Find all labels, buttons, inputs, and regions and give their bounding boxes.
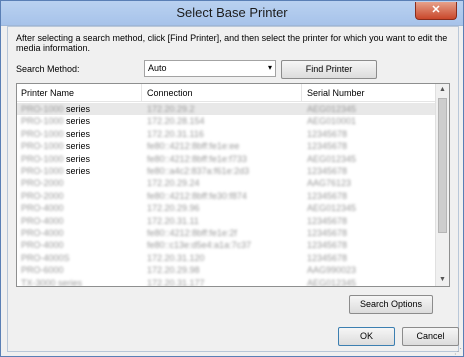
chevron-down-icon[interactable]: ▾ — [268, 63, 272, 72]
serial-number-cell: 12345678 — [307, 215, 348, 226]
table-row[interactable]: PRO-4000 172.20.31.11 12345678 — [17, 215, 435, 227]
serial-number-cell: 12345678 — [307, 252, 348, 263]
printer-name-cell: PRO-4000 — [21, 228, 64, 238]
table-row[interactable]: PRO-2000 172.20.29.24 AAG76123 — [17, 177, 435, 189]
connection-cell: 172.20.31.11 — [147, 215, 199, 226]
printer-name-cell: PRO-1000 series — [21, 128, 91, 139]
table-row[interactable]: PRO-4000 fe80::4212:8bff:fe1e:2f 12345678 — [17, 227, 435, 239]
printer-name-cell: PRO-2000 — [21, 190, 64, 201]
close-button[interactable]: ✕ — [415, 2, 457, 20]
dialog-body: After selecting a search method, click [… — [7, 26, 459, 352]
title-bar[interactable]: Select Base Printer ✕ — [1, 1, 463, 26]
column-printer-name[interactable]: Printer Name — [21, 88, 74, 98]
serial-number-cell: 12345678 — [307, 190, 348, 201]
printer-list[interactable]: Printer Name Connection Serial Number PR… — [16, 83, 450, 287]
scroll-up-icon[interactable]: ▲ — [436, 84, 449, 96]
connection-cell: 172.20.31.177 — [147, 277, 205, 287]
printer-name-cell: PRO-1000 series — [21, 104, 91, 114]
printer-name-cell: TX-3000 series — [21, 277, 83, 287]
connection-cell: fe80::4212:8bff:fe1e:f733 — [147, 153, 247, 164]
instruction-text: After selecting a search method, click [… — [16, 33, 448, 53]
serial-number-cell: AEG012345 — [307, 104, 357, 114]
table-row[interactable]: PRO-6000 172.20.29.98 AAG990023 — [17, 264, 435, 276]
table-row[interactable]: PRO-1000 series fe80::4212:8bff:fe1e:ee 12… — [17, 140, 435, 152]
table-row[interactable]: PRO-4000S 172.20.31.120 12345678 — [17, 252, 435, 264]
search-method-value: Auto — [148, 63, 167, 73]
table-row[interactable]: PRO-4000 172.20.29.96 AEG012345 — [17, 202, 435, 214]
scroll-thumb[interactable] — [438, 98, 447, 233]
vertical-scrollbar[interactable]: ▲ ▼ — [435, 84, 449, 286]
serial-number-cell: AEG010001 — [307, 116, 357, 127]
printer-name-cell: PRO-4000 — [21, 215, 64, 226]
table-row[interactable]: PRO-2000 fe80::4212:8bff:fe30:f874 1234567… — [17, 190, 435, 202]
serial-number-cell: AEG012345 — [307, 277, 357, 287]
connection-cell: fe80::c13e:d5e4:a1a:7c37 — [147, 240, 252, 251]
table-row[interactable]: PRO-1000 series fe80::4212:8bff:fe1e:f733… — [17, 153, 435, 165]
cancel-button[interactable]: Cancel — [402, 327, 459, 346]
connection-cell: fe80::4212:8bff:fe30:f874 — [147, 190, 247, 201]
serial-number-cell: 12345678 — [307, 128, 348, 139]
connection-cell: fe80::a4c2:837a:f61e:2d3 — [147, 166, 250, 176]
connection-cell: 172.20.29.24 — [147, 178, 200, 189]
printer-name-cell: PRO-1000 series — [21, 153, 91, 164]
printer-name-cell: PRO-1000 series — [21, 116, 91, 127]
column-connection[interactable]: Connection — [147, 88, 193, 98]
window-title: Select Base Printer — [176, 5, 288, 20]
serial-number-cell: 12345678 — [307, 166, 348, 176]
printer-name-cell: PRO-4000 — [21, 240, 64, 251]
printer-name-cell: PRO-1000 series — [21, 166, 91, 176]
connection-cell: fe80::4212:8bff:fe1e:2f — [147, 228, 237, 238]
serial-number-cell: AAG76123 — [307, 178, 352, 189]
printer-name-cell: PRO-4000 — [21, 203, 64, 214]
serial-number-cell: AEG012345 — [307, 153, 357, 164]
connection-cell: 172.20.29.2 — [147, 104, 195, 114]
scroll-down-icon[interactable]: ▼ — [436, 274, 449, 286]
connection-cell: 172.20.28.154 — [147, 116, 205, 127]
printer-name-cell: PRO-6000 — [21, 265, 64, 276]
printer-name-cell: PRO-2000 — [21, 178, 64, 189]
search-options-button[interactable]: Search Options — [349, 295, 433, 314]
serial-number-cell: AEG012345 — [307, 203, 357, 214]
printer-name-cell: PRO-4000S — [21, 252, 70, 263]
table-row[interactable]: PRO-4000 fe80::c13e:d5e4:a1a:7c37 12345678 — [17, 239, 435, 251]
search-method-label: Search Method: — [16, 64, 80, 74]
connection-cell: 172.20.29.96 — [147, 203, 200, 214]
connection-cell: 172.20.31.116 — [147, 128, 204, 139]
table-row[interactable]: PRO-1000 series 172.20.29.2 AEG012345 — [17, 103, 435, 115]
serial-number-cell: 12345678 — [307, 240, 348, 251]
printer-name-cell: PRO-1000 series — [21, 141, 91, 152]
connection-cell: fe80::4212:8bff:fe1e:ee — [147, 141, 240, 152]
serial-number-cell: 12345678 — [307, 228, 348, 238]
table-row[interactable]: PRO-1000 series fe80::a4c2:837a:f61e:2d3 1… — [17, 165, 435, 177]
connection-cell: 172.20.31.120 — [147, 252, 205, 263]
list-header: Printer Name Connection Serial Number — [17, 84, 435, 102]
table-row[interactable]: PRO-1000 series 172.20.31.116 12345678 — [17, 128, 435, 140]
table-row[interactable]: TX-3000 series 172.20.31.177 AEG012345 — [17, 277, 435, 287]
connection-cell: 172.20.29.98 — [147, 265, 200, 276]
serial-number-cell: AAG990023 — [307, 265, 357, 276]
column-serial-number[interactable]: Serial Number — [307, 88, 365, 98]
table-row[interactable]: PRO-1000 series 172.20.28.154 AEG010001 — [17, 115, 435, 127]
resize-grip-icon[interactable]: ⋰ — [454, 347, 462, 356]
search-method-dropdown[interactable]: Auto ▾ — [144, 60, 276, 77]
ok-button[interactable]: OK — [338, 327, 395, 346]
select-base-printer-dialog: Select Base Printer ✕ After selecting a … — [0, 0, 464, 357]
find-printer-button[interactable]: Find Printer — [281, 60, 377, 79]
serial-number-cell: 12345678 — [307, 141, 348, 152]
